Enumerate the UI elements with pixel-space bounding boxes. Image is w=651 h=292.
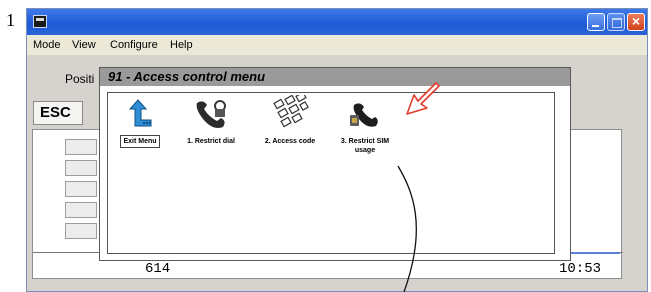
annotation-arrow-icon [406,82,440,115]
annotation-overlay [397,82,440,292]
callout-line [397,165,417,292]
